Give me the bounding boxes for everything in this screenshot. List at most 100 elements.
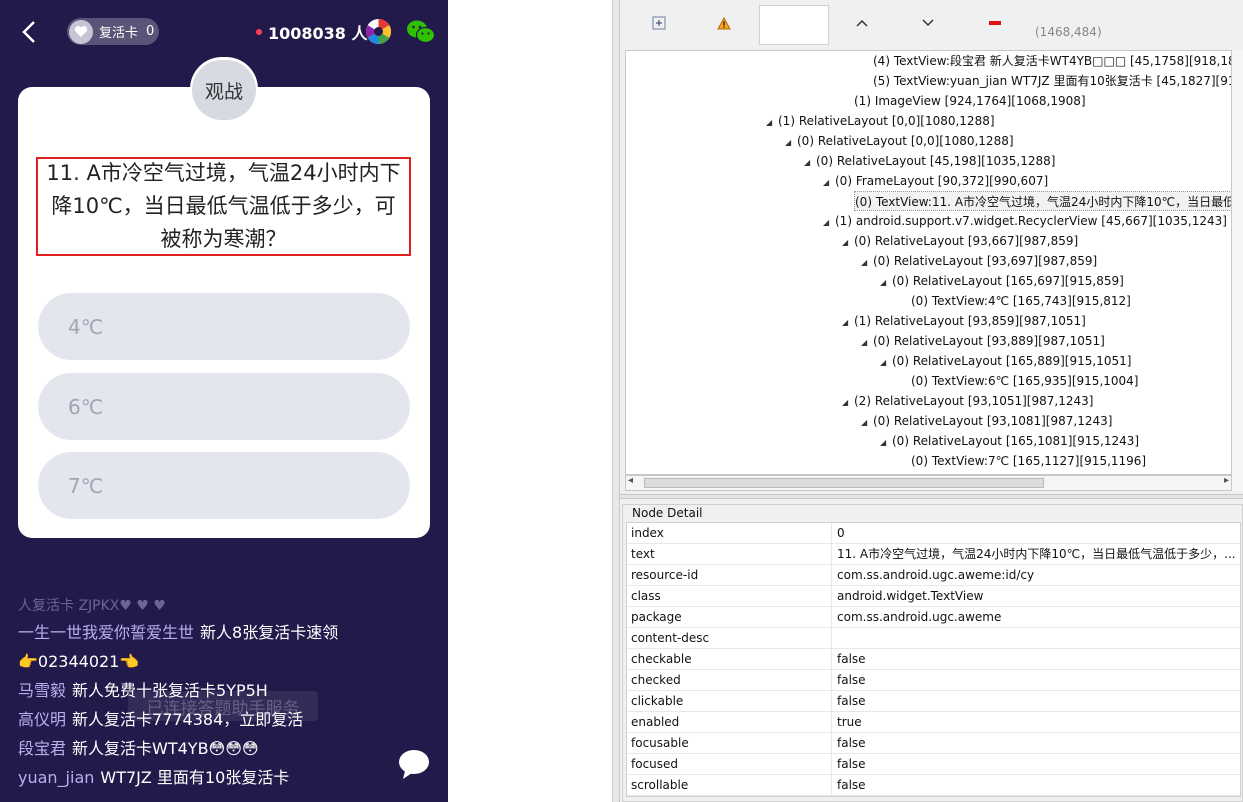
tree-expand-icon[interactable]: ◢ [861,253,873,273]
pane-separator[interactable] [620,494,1243,499]
detail-key: text [627,544,832,564]
detail-value: false [837,652,866,666]
detail-key: index [627,523,832,543]
chat-message-faded: 人复活卡 ZJPKX♥ ♥ ♥ [18,598,166,614]
tree-expand-icon[interactable]: ◢ [842,393,854,413]
toolbar: (1468,484) [620,0,1243,50]
tree-expand-icon[interactable]: ◢ [880,353,892,373]
tree-node[interactable]: ◢ (1) RelativeLayout [0,0][1080,1288] [766,111,995,131]
comment-bubble-icon[interactable] [397,748,431,780]
tree-expand-icon[interactable]: ◢ [861,413,873,433]
chat-message: yuan_jian WT7JZ 里面有10张复活卡 [18,763,438,792]
detail-row[interactable]: resource-id com.ss.android.ugc.aweme:id/c… [627,565,1240,586]
scroll-left-icon[interactable]: ◂ [628,475,633,486]
tree-expand-icon[interactable]: ◢ [842,313,854,333]
watch-badge: 观战 [192,60,256,120]
tree-node[interactable]: ◢ (0) RelativeLayout [93,697][987,859] [861,251,1097,271]
expand-all-icon[interactable] [646,10,672,36]
chat-user: 马雪毅 [18,681,67,700]
tree-node[interactable]: ◢ (0) RelativeLayout [165,697][915,859] [880,271,1124,291]
revive-card-pill[interactable]: 复活卡 0 [67,18,159,45]
chat-user: 段宝君 [18,739,67,758]
tree-node[interactable]: (4) TextView:段宝君 新人复活卡WT4YB□□□ [45,1758]… [873,51,1231,71]
detail-row[interactable]: enabled true [627,712,1240,733]
detail-row[interactable]: focusable false [627,733,1240,754]
tree-node-label: (0) RelativeLayout [0,0][1080,1288] [797,134,1014,148]
tree-node[interactable]: ◢ (0) RelativeLayout [45,198][1035,1288] [804,151,1055,171]
detail-value: false [837,778,866,792]
tree-expand-icon[interactable]: ◢ [880,433,892,453]
tree-node[interactable]: (0) TextView:4℃ [165,743][915,812] [911,291,1131,311]
chat-user: 一生一世我爱你誓爱生世 [18,623,195,642]
node-detail-title: Node Detail [630,506,705,520]
tree-node[interactable]: (5) TextView:yuan_jian WT7JZ 里面有10张复活卡 [… [873,71,1231,91]
detail-key: enabled [627,712,832,732]
detail-value [832,628,1240,648]
detail-value: false [837,673,866,687]
tree-expand-icon[interactable]: ◢ [823,173,835,193]
tree-expand-icon[interactable]: ◢ [785,133,797,153]
detail-row[interactable]: checked false [627,670,1240,691]
detail-key: resource-id [627,565,832,585]
tree-node[interactable]: ◢ (0) FrameLayout [90,372][990,607] [823,171,1048,191]
tree-node-label: (0) TextView:7℃ [165,1127][915,1196] [911,454,1147,468]
tree-node[interactable]: ◢ (0) RelativeLayout [165,889][915,1051] [880,351,1131,371]
tree-expand-icon[interactable]: ◢ [766,113,778,133]
pointer-coordinates: (1468,484) [1035,25,1102,39]
warning-icon[interactable] [711,10,737,36]
tree-node[interactable]: ◢ (2) RelativeLayout [93,1051][987,1243] [842,391,1093,411]
tree-vertical-scrollbar[interactable] [1232,50,1243,491]
detail-key: checkable [627,649,832,669]
detail-row[interactable]: package com.ss.android.ugc.aweme [627,607,1240,628]
tree-node[interactable]: ◢ (1) android.support.v7.widget.RecyclerV… [823,211,1227,231]
detail-key: content-desc [627,628,832,648]
detail-row[interactable]: clickable false [627,691,1240,712]
tree-node-label: (0) RelativeLayout [93,667][987,859] [854,234,1079,248]
tree-node[interactable]: (0) TextView:11. A市冷空气过境，气温24小时内下降10℃，当日… [854,191,1231,211]
tree-horizontal-scrollbar[interactable]: ◂ ▸ [625,475,1232,491]
wechat-icon[interactable] [406,19,436,45]
tree-node[interactable]: (0) TextView:7℃ [165,1127][915,1196] [911,451,1146,471]
splitter[interactable] [612,0,620,802]
tree-node[interactable]: ◢ (0) RelativeLayout [165,1081][915,1243] [880,431,1139,451]
tree-node[interactable]: (1) ImageView [924,1764][1068,1908] [854,91,1086,111]
tree-expand-icon[interactable]: ◢ [823,213,835,233]
detail-value: true [837,715,862,729]
tree-expand-icon[interactable]: ◢ [804,153,816,173]
tree-expand-icon[interactable]: ◢ [861,333,873,353]
tree-node-label: (0) RelativeLayout [93,889][987,1051] [873,334,1105,348]
question-text: 11. A市冷空气过境，气温24小时内下降10℃，当日最低气温低于多少，可被称为… [36,157,411,256]
tree-node[interactable]: (0) TextView:6℃ [165,935][915,1004] [911,371,1138,391]
toolbar-input-area[interactable] [759,5,829,45]
remove-icon[interactable] [982,10,1008,36]
tree-node[interactable]: ◢ (0) RelativeLayout [93,1081][987,1243] [861,411,1112,431]
screenshot-canvas-blank [448,0,613,802]
scrollbar-thumb[interactable] [644,478,1044,488]
tree-expand-icon[interactable]: ◢ [880,273,892,293]
answer-option[interactable]: 4℃ [38,293,410,360]
detail-row[interactable]: checkable false [627,649,1240,670]
detail-row[interactable]: scrollable false [627,775,1240,796]
share-icon[interactable] [365,18,392,45]
back-icon[interactable] [16,18,44,46]
answer-option[interactable]: 7℃ [38,452,410,519]
tree-node[interactable]: ◢ (0) RelativeLayout [93,889][987,1051] [861,331,1105,351]
detail-row[interactable]: text 11. A市冷空气过境，气温24小时内下降10℃，当日最低气温低于多少，… [627,544,1240,565]
tree-expand-icon[interactable]: ◢ [842,233,854,253]
scroll-right-icon[interactable]: ▸ [1224,475,1229,486]
tree-node[interactable]: ◢ (1) RelativeLayout [93,859][987,1051] [842,311,1086,331]
detail-row[interactable]: content-desc [627,628,1240,649]
tree-node[interactable]: ◢ (0) RelativeLayout [0,0][1080,1288] [785,131,1014,151]
detail-row[interactable]: focused false [627,754,1240,775]
chevron-down-icon[interactable] [915,10,941,36]
top-bar: 复活卡 0 1008038 人 [0,14,448,50]
detail-row[interactable]: class android.widget.TextView [627,586,1240,607]
answer-option[interactable]: 6℃ [38,373,410,440]
chevron-up-icon[interactable] [849,10,875,36]
detail-key: class [627,586,832,606]
tree-node-label: (0) RelativeLayout [93,697][987,859] [873,254,1098,268]
hierarchy-tree[interactable]: (4) TextView:段宝君 新人复活卡WT4YB□□□ [45,1758]… [625,50,1232,475]
tree-node-label: (1) RelativeLayout [0,0][1080,1288] [778,114,995,128]
tree-node[interactable]: ◢ (0) RelativeLayout [93,667][987,859] [842,231,1078,251]
detail-row[interactable]: index 0 [627,523,1240,544]
